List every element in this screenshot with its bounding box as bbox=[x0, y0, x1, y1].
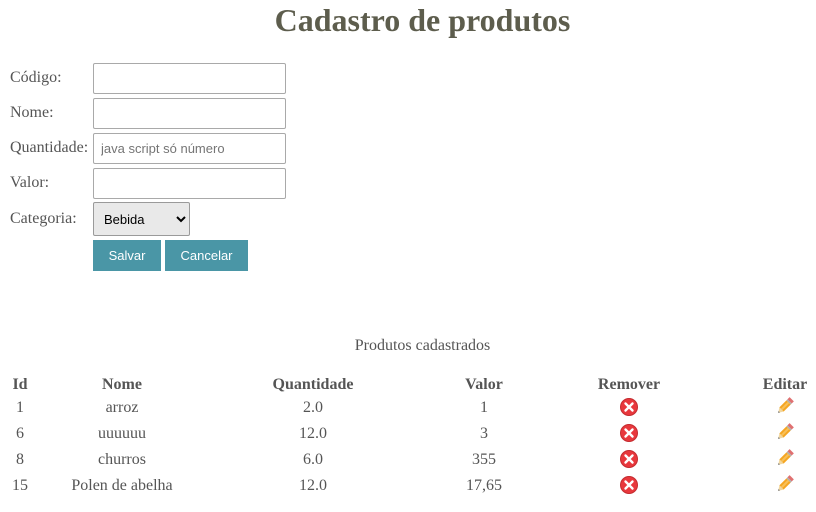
categoria-select[interactable]: Bebida bbox=[93, 202, 190, 236]
pencil-icon[interactable] bbox=[775, 422, 795, 442]
save-button[interactable]: Salvar bbox=[93, 240, 161, 271]
header-remover: Remover bbox=[597, 376, 661, 393]
cell-nome: Polen de abelha bbox=[71, 477, 173, 494]
cell-id: 6 bbox=[16, 425, 24, 442]
remove-icon[interactable] bbox=[619, 397, 639, 417]
quantidade-input[interactable] bbox=[93, 133, 286, 164]
cell-nome: churros bbox=[98, 451, 146, 468]
pencil-icon[interactable] bbox=[775, 448, 795, 468]
remove-icon[interactable] bbox=[619, 449, 639, 469]
cell-quantidade: 2.0 bbox=[303, 399, 323, 416]
nome-input[interactable] bbox=[93, 98, 286, 129]
pencil-icon[interactable] bbox=[775, 474, 795, 494]
cell-valor: 355 bbox=[472, 451, 496, 468]
cell-quantidade: 6.0 bbox=[303, 451, 323, 468]
cell-nome: arroz bbox=[105, 399, 139, 416]
cell-quantidade: 12.0 bbox=[299, 477, 327, 494]
table-caption: Produtos cadastrados bbox=[354, 337, 491, 354]
remove-icon[interactable] bbox=[619, 423, 639, 443]
header-editar: Editar bbox=[762, 376, 808, 393]
categoria-label: Categoria: bbox=[10, 210, 77, 227]
cell-id: 8 bbox=[16, 451, 24, 468]
cell-id: 1 bbox=[16, 399, 24, 416]
header-valor: Valor bbox=[465, 376, 503, 393]
pencil-icon[interactable] bbox=[775, 396, 795, 416]
cell-nome: uuuuuu bbox=[98, 425, 146, 442]
cell-id: 15 bbox=[12, 477, 28, 494]
cell-valor: 17,65 bbox=[466, 477, 502, 494]
valor-input[interactable] bbox=[93, 168, 286, 199]
codigo-input[interactable] bbox=[93, 63, 286, 94]
page-title: Cadastro de produtos bbox=[274, 2, 571, 38]
quantidade-label: Quantidade: bbox=[10, 139, 89, 156]
remove-icon[interactable] bbox=[619, 475, 639, 495]
header-quantidade: Quantidade bbox=[272, 376, 354, 393]
header-id: Id bbox=[12, 376, 28, 393]
cell-valor: 1 bbox=[480, 399, 488, 416]
valor-label: Valor: bbox=[10, 174, 50, 191]
cancel-button[interactable]: Cancelar bbox=[165, 240, 248, 271]
nome-label: Nome: bbox=[10, 104, 54, 121]
cell-valor: 3 bbox=[480, 425, 488, 442]
codigo-label: Código: bbox=[10, 69, 62, 86]
cell-quantidade: 12.0 bbox=[299, 425, 327, 442]
header-nome: Nome bbox=[102, 376, 142, 393]
